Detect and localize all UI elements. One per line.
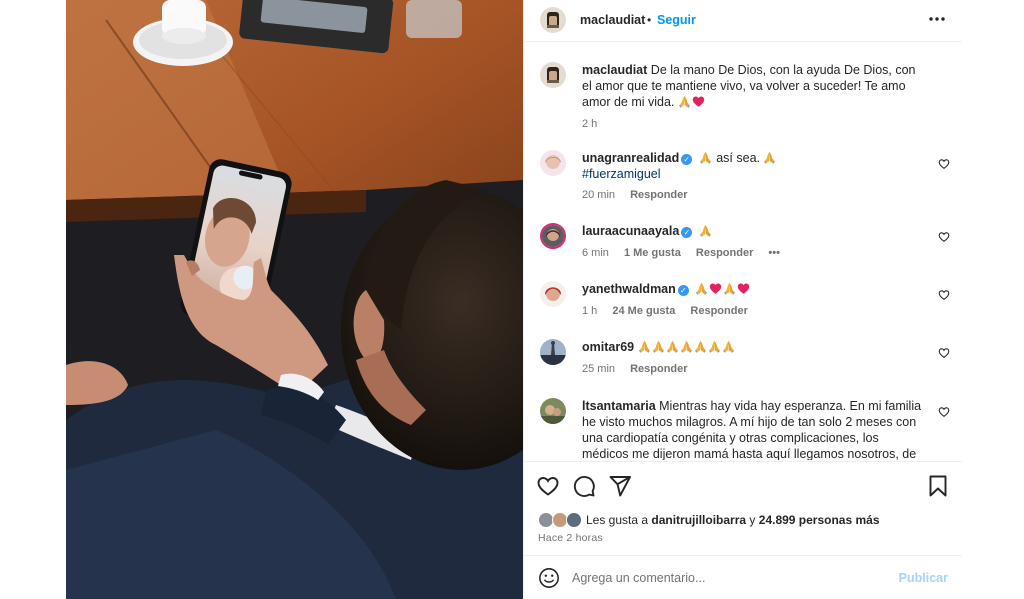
likes-connector: y xyxy=(749,513,756,527)
smile-icon[interactable] xyxy=(538,567,560,589)
heart-emoji xyxy=(737,282,750,295)
instagram-post: maclaudiat • Seguir maclaudiat De la man… xyxy=(66,0,962,599)
comment-username[interactable]: yanethwaldman xyxy=(582,282,676,296)
heart-emoji xyxy=(709,282,722,295)
pray-emoji xyxy=(678,95,691,108)
more-icon[interactable] xyxy=(926,8,948,30)
comment-text: así sea. xyxy=(716,151,760,165)
heart-icon[interactable] xyxy=(536,474,560,498)
liker-avatar xyxy=(566,512,582,528)
comment-meta: 20 min Responder xyxy=(582,189,700,201)
verified-icon: ✓ xyxy=(681,154,693,165)
reply-button[interactable]: Responder xyxy=(630,363,687,375)
author-username[interactable]: maclaudiat xyxy=(580,13,645,27)
commenter-avatar[interactable] xyxy=(540,223,566,249)
follow-button[interactable]: Seguir xyxy=(657,13,696,27)
comment-time: 1 h xyxy=(582,305,598,317)
pray-emoji xyxy=(763,151,776,164)
post-actions: Les gusta a danitrujilloibarra y 24.899 … xyxy=(524,461,962,554)
likes-count[interactable]: 24.899 personas más xyxy=(759,513,880,527)
caption-meta: 2 h xyxy=(582,118,609,130)
pray-emoji xyxy=(699,151,712,164)
pray-emoji xyxy=(723,282,736,295)
author-avatar[interactable] xyxy=(540,62,566,88)
verified-icon: ✓ xyxy=(681,227,693,238)
post-header: maclaudiat • Seguir xyxy=(524,0,962,42)
comment-hashtag[interactable]: #fuerzamiguel xyxy=(582,167,661,181)
like-comment-icon[interactable] xyxy=(938,158,950,170)
comment-body: omitar69 xyxy=(582,339,924,355)
add-comment-bar: Publicar xyxy=(524,555,962,599)
post-photo[interactable] xyxy=(66,0,523,599)
bookmark-icon[interactable] xyxy=(926,474,950,498)
comment-body: lauraacunaayala ✓ xyxy=(582,223,924,239)
pray-emoji xyxy=(695,282,708,295)
pray-emoji xyxy=(699,224,712,237)
comment-time: 6 min xyxy=(582,247,609,259)
pray-emoji xyxy=(708,340,721,353)
post-timestamp: Hace 2 horas xyxy=(538,532,603,544)
likes-prefix: Les gusta a xyxy=(586,513,649,527)
comment-body: ltsantamaria Mientras hay vida hay esper… xyxy=(582,398,924,460)
comment-input[interactable] xyxy=(572,567,872,589)
comment-icon[interactable] xyxy=(572,474,596,498)
post-sidebar: maclaudiat • Seguir maclaudiat De la man… xyxy=(523,0,962,599)
heart-emoji xyxy=(692,95,705,108)
comment-meta: 25 min Responder xyxy=(582,363,700,375)
share-icon[interactable] xyxy=(608,474,632,498)
comment-body: unagranrealidad ✓ así sea. #fuerzamiguel xyxy=(582,150,924,182)
comment-username[interactable]: lauraacunaayala xyxy=(582,224,679,238)
likers-avatars xyxy=(538,511,584,529)
pray-emoji xyxy=(638,340,651,353)
likes-summary[interactable]: Les gusta a danitrujilloibarra y 24.899 … xyxy=(538,511,880,529)
publish-button[interactable]: Publicar xyxy=(899,571,948,585)
author-avatar[interactable] xyxy=(540,7,566,33)
commenter-avatar[interactable] xyxy=(540,150,566,176)
comment-meta: 1 h 24 Me gusta Responder xyxy=(582,305,760,317)
like-comment-icon[interactable] xyxy=(938,347,950,359)
pray-emoji xyxy=(652,340,665,353)
comment-likes[interactable]: 24 Me gusta xyxy=(612,305,675,317)
comment-time: 20 min xyxy=(582,189,616,201)
comment-time: 25 min xyxy=(582,363,616,375)
like-comment-icon[interactable] xyxy=(938,231,950,243)
comment-meta: 6 min 1 Me gusta Responder ••• xyxy=(582,247,792,259)
comment-username[interactable]: omitar69 xyxy=(582,340,634,354)
caption-body: maclaudiat De la mano De Dios, con la ay… xyxy=(582,62,924,110)
comment-username[interactable]: ltsantamaria xyxy=(582,399,656,413)
like-comment-icon[interactable] xyxy=(938,406,950,418)
verified-icon: ✓ xyxy=(677,285,689,296)
comment-likes[interactable]: 1 Me gusta xyxy=(624,247,681,259)
reply-button[interactable]: Responder xyxy=(696,247,753,259)
caption-username[interactable]: maclaudiat xyxy=(582,63,647,77)
comment-options-icon[interactable]: ••• xyxy=(768,247,780,259)
comments-list[interactable]: maclaudiat De la mano De Dios, con la ay… xyxy=(524,43,962,460)
commenter-avatar[interactable] xyxy=(540,281,566,307)
header-separator: • xyxy=(647,13,652,27)
comment-username[interactable]: unagranrealidad xyxy=(582,151,679,165)
pray-emoji xyxy=(722,340,735,353)
pray-emoji xyxy=(666,340,679,353)
pray-emoji xyxy=(680,340,693,353)
caption-time: 2 h xyxy=(582,118,598,130)
comment-body: yanethwaldman ✓ xyxy=(582,281,924,297)
pray-emoji xyxy=(694,340,707,353)
reply-button[interactable]: Responder xyxy=(690,305,747,317)
like-comment-icon[interactable] xyxy=(938,289,950,301)
likes-text: Les gusta a danitrujilloibarra y 24.899 … xyxy=(586,511,880,529)
reply-button[interactable]: Responder xyxy=(630,189,687,201)
commenter-avatar[interactable] xyxy=(540,398,566,424)
commenter-avatar[interactable] xyxy=(540,339,566,365)
likes-user[interactable]: danitrujilloibarra xyxy=(651,513,746,527)
